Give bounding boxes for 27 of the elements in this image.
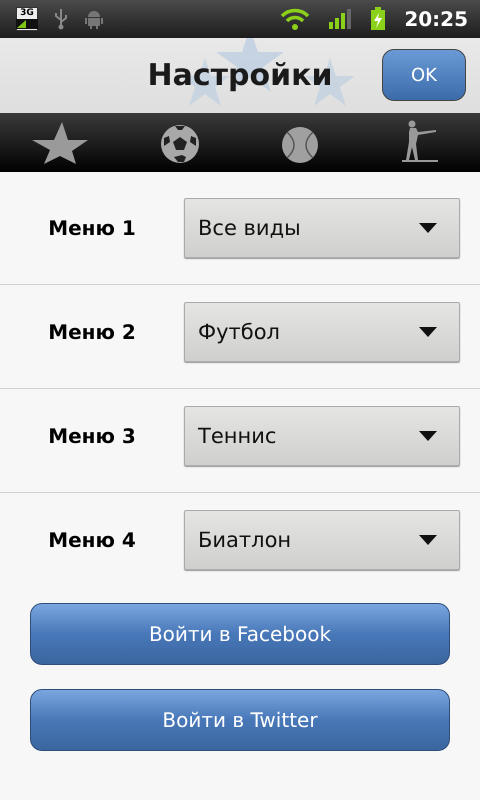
battery-charging-icon	[370, 7, 386, 31]
sport-dropdown[interactable]: Футбол	[184, 302, 460, 362]
android-icon	[84, 8, 104, 30]
wifi-icon	[280, 8, 310, 30]
menu-label: Меню 1	[47, 216, 137, 240]
login-button[interactable]: Войти в Facebook	[30, 603, 450, 665]
page-title: Настройки	[147, 58, 332, 93]
rifle-shooter-icon[interactable]	[400, 120, 440, 164]
sport-dropdown[interactable]: Теннис	[184, 406, 460, 466]
caret-icon	[419, 431, 437, 441]
soccer-ball-icon[interactable]	[160, 124, 200, 164]
caret-icon	[419, 535, 437, 545]
login-button[interactable]: Войти в Twitter	[30, 689, 450, 751]
menu-label: Меню 2	[47, 320, 137, 344]
caret-icon	[419, 223, 437, 233]
signal-icon	[328, 8, 352, 30]
ok-button[interactable]: OK	[382, 49, 466, 101]
star-icon[interactable]	[31, 120, 89, 164]
caret-icon	[419, 327, 437, 337]
menu-label: Меню 4	[47, 528, 137, 552]
sport-dropdown[interactable]: Биатлон	[184, 510, 460, 570]
usb-icon	[54, 8, 68, 30]
sport-dropdown[interactable]: Все виды	[184, 198, 460, 258]
tennis-ball-icon[interactable]	[281, 126, 319, 164]
clock-time: 20:25	[404, 7, 468, 31]
menu-label: Меню 3	[47, 424, 137, 448]
network-3g-icon: 3G	[16, 7, 38, 31]
